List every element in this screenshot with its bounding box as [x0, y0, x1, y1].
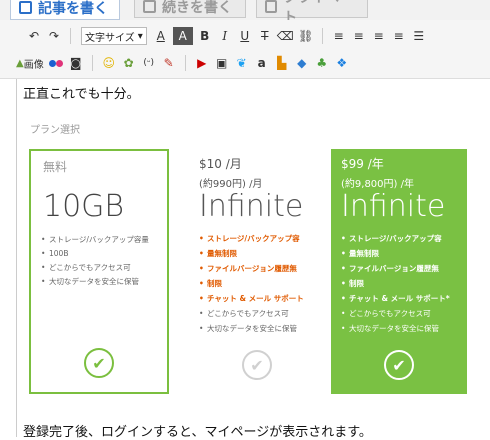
feature-list: ストレージ/バックアップ容量 100B どこからでもアクセス可 大切なデータを安…	[41, 233, 149, 289]
plans-heading: プラン選択	[30, 125, 80, 136]
undo-button[interactable]: ↶	[26, 27, 42, 45]
feature-item: ファイルバージョン履歴無	[199, 261, 304, 276]
feature-item: ストレージ/バックアップ容	[199, 231, 304, 246]
plan-capacity: 10GB	[43, 189, 125, 224]
feature-item: どこからでもアクセス可	[41, 261, 149, 275]
pen-icon[interactable]: ✎	[161, 54, 177, 72]
edit-icon	[143, 0, 156, 13]
plan-price: $99 /年	[341, 157, 384, 171]
editor-toolbar: ↶ ↷ 文字サイズ ▾ A A B I U T ⌫ ⛓ ≡ ≡ ≡ ≡ ☰ ▲ 画像…	[0, 20, 490, 79]
feature-item: どこからでもアクセス可	[341, 306, 450, 321]
feature-item: 制限	[341, 276, 450, 291]
text-size-select[interactable]: 文字サイズ ▾	[81, 27, 147, 45]
emoji-icon[interactable]: ☺	[101, 54, 117, 72]
feature-item: 量無制限	[341, 246, 450, 261]
dropbox-icon[interactable]: ❖	[334, 54, 350, 72]
divider	[184, 55, 186, 71]
check-icon[interactable]: ✔	[242, 350, 272, 380]
tab-write-article[interactable]: 記事を書く	[10, 0, 120, 20]
list-icon[interactable]: ☰	[411, 27, 427, 45]
plan-price: $10 /月	[199, 157, 242, 171]
plan-capacity: Infinite	[341, 189, 446, 224]
sticker-icon[interactable]: ✿	[121, 54, 137, 72]
feature-item: 制限	[199, 276, 304, 291]
plan-price-yen: (約9,800円) /年	[341, 179, 414, 190]
plan-capacity: Infinite	[199, 189, 304, 224]
feature-item: 量無制限	[199, 246, 304, 261]
text-line: 登録完了後、ログインすると、マイページが表示されます。	[23, 425, 372, 440]
link-icon[interactable]: ⛓	[298, 27, 314, 45]
feature-list: ストレージ/バックアップ容 量無制限 ファイルバージョン履歴無 制限 チャット …	[341, 231, 450, 336]
plan-name: 無料	[43, 160, 68, 174]
image-icon: ▲	[16, 57, 24, 69]
plan-price-yen: (約990円) /月	[199, 179, 263, 190]
align-left-icon[interactable]: ≡	[331, 27, 347, 45]
editor-tabs: 記事を書く 続きを書く プライベート	[0, 0, 490, 26]
evernote-icon[interactable]: ♣	[314, 54, 330, 72]
map-icon[interactable]: ◆	[294, 54, 310, 72]
text-size-label: 文字サイズ	[85, 32, 135, 44]
amazon-icon[interactable]: a	[254, 54, 270, 72]
align-right-icon[interactable]: ≡	[371, 27, 387, 45]
image-button[interactable]: ▲ 画像	[16, 54, 44, 72]
feature-item: 100B	[41, 247, 149, 261]
kaomoji-icon[interactable]: (ᵕ)	[141, 54, 157, 72]
feature-item: 大切なデータを安全に保管	[341, 321, 450, 336]
edit-icon	[19, 1, 32, 14]
italic-button[interactable]: I	[217, 27, 233, 45]
rakuten-icon[interactable]: ▙	[274, 54, 290, 72]
youtube-icon[interactable]: ▶	[194, 54, 210, 72]
divider	[70, 28, 71, 44]
divider	[321, 28, 323, 44]
tab-private[interactable]: プライベート	[256, 0, 368, 26]
feature-item: ストレージ/バックアップ容量	[41, 233, 149, 247]
toolbar-row-2: ▲ 画像 ◙ ☺ ✿ (ᵕ) ✎ ▶ ▣ ❦ a ▙ ◆ ♣ ❖	[14, 50, 352, 76]
editor-area[interactable]: 正直これでも十分。 プラン選択 無料 10GB ストレージ/バックアップ容量 1…	[16, 79, 490, 440]
plan-card-free: 無料 10GB ストレージ/バックアップ容量 100B どこからでもアクセス可 …	[29, 149, 169, 394]
tab-continue[interactable]: 続きを書く	[134, 0, 246, 18]
justify-icon[interactable]: ≡	[391, 27, 407, 45]
niconico-icon[interactable]: ▣	[214, 54, 230, 72]
strike-button[interactable]: T	[257, 27, 273, 45]
feature-item: どこからでもアクセス可	[199, 306, 304, 321]
check-icon[interactable]: ✔	[84, 348, 114, 378]
plan-card-yearly: $99 /年 (約9,800円) /年 Infinite ストレージ/バックアッ…	[331, 149, 467, 394]
tab-continue-label: 続きを書く	[162, 0, 232, 16]
feature-item: チャット & メール サポート	[199, 291, 304, 306]
feature-item: 大切なデータを安全に保管	[199, 321, 304, 336]
instagram-icon[interactable]: ◙	[68, 54, 84, 72]
feature-list: ストレージ/バックアップ容 量無制限 ファイルバージョン履歴無 制限 チャット …	[199, 231, 304, 336]
underline-button[interactable]: U	[237, 27, 253, 45]
bold-button[interactable]: B	[197, 27, 213, 45]
tab-write-article-label: 記事を書く	[38, 0, 108, 17]
feature-item: ファイルバージョン履歴無	[341, 261, 450, 276]
lock-icon	[265, 0, 278, 13]
divider	[91, 55, 93, 71]
clear-format-icon[interactable]: ⌫	[277, 27, 294, 45]
feature-item: 大切なデータを安全に保管	[41, 275, 149, 289]
check-icon[interactable]: ✔	[384, 350, 414, 380]
toolbar-row-1: ↶ ↷ 文字サイズ ▾ A A B I U T ⌫ ⛓ ≡ ≡ ≡ ≡ ☰	[24, 23, 429, 49]
bg-color-button[interactable]: A	[172, 27, 193, 45]
twitter-icon[interactable]: ❦	[234, 54, 250, 72]
feature-item: チャット & メール サポート*	[341, 291, 450, 306]
font-color-button[interactable]: A	[153, 27, 169, 45]
feature-item: ストレージ/バックアップ容	[341, 231, 450, 246]
align-center-icon[interactable]: ≡	[351, 27, 367, 45]
redo-button[interactable]: ↷	[46, 27, 62, 45]
text-line: 正直これでも十分。	[23, 87, 140, 102]
plan-card-monthly: $10 /月 (約990円) /月 Infinite ストレージ/バックアップ容…	[189, 149, 325, 394]
flickr-icon[interactable]	[48, 54, 64, 72]
image-button-label: 画像	[23, 59, 44, 71]
